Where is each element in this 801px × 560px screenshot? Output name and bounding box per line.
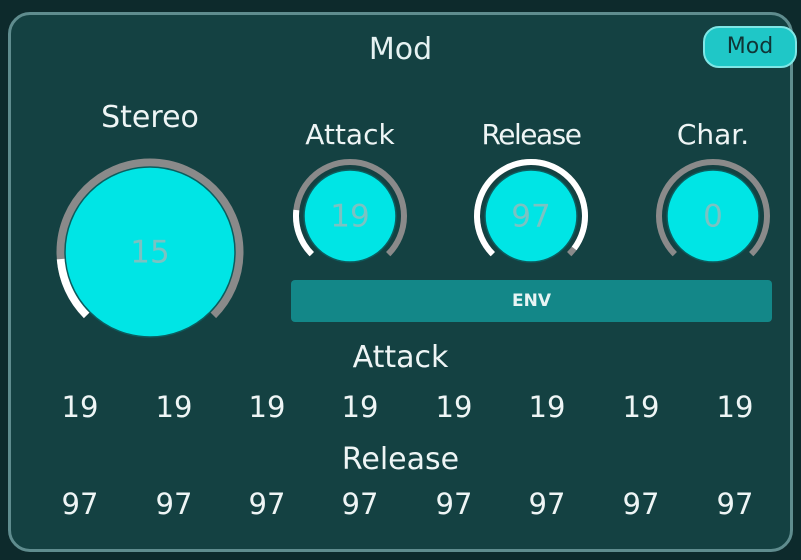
mod-toggle-button[interactable]: Mod: [703, 26, 797, 68]
release-value-8[interactable]: 97: [717, 487, 754, 521]
release-value-4[interactable]: 97: [342, 487, 379, 521]
attack-knob[interactable]: 19: [290, 156, 410, 276]
attack-value-5[interactable]: 19: [436, 390, 473, 424]
release-value-2[interactable]: 97: [156, 487, 193, 521]
attack-value-3[interactable]: 19: [249, 390, 286, 424]
release-value-3[interactable]: 97: [249, 487, 286, 521]
stereo-knob[interactable]: 15: [40, 142, 260, 362]
knob-label-attack: Attack: [305, 118, 395, 151]
attack-value-2[interactable]: 19: [156, 390, 193, 424]
release-value-7[interactable]: 97: [623, 487, 660, 521]
char-knob-value: 0: [703, 199, 723, 235]
attack-value-4[interactable]: 19: [342, 390, 379, 424]
release-knob[interactable]: 97: [471, 156, 591, 276]
release-knob-value: 97: [511, 199, 550, 235]
env-bar[interactable]: ENV: [291, 280, 772, 322]
knob-label-stereo: Stereo: [101, 100, 199, 135]
release-row-title: Release: [341, 442, 460, 477]
attack-value-8[interactable]: 19: [717, 390, 754, 424]
attack-value-7[interactable]: 19: [623, 390, 660, 424]
attack-knob-value: 19: [330, 199, 369, 235]
panel-title: Mod: [368, 32, 433, 67]
char-knob[interactable]: 0: [653, 156, 773, 276]
release-value-5[interactable]: 97: [436, 487, 473, 521]
release-value-1[interactable]: 97: [62, 487, 99, 521]
knob-label-release: Release: [481, 118, 582, 151]
knob-label-char: Char.: [676, 118, 750, 151]
release-value-6[interactable]: 97: [529, 487, 566, 521]
attack-value-6[interactable]: 19: [529, 390, 566, 424]
attack-row-title: Attack: [352, 340, 449, 375]
attack-value-1[interactable]: 19: [62, 390, 99, 424]
stereo-knob-value: 15: [130, 235, 169, 271]
